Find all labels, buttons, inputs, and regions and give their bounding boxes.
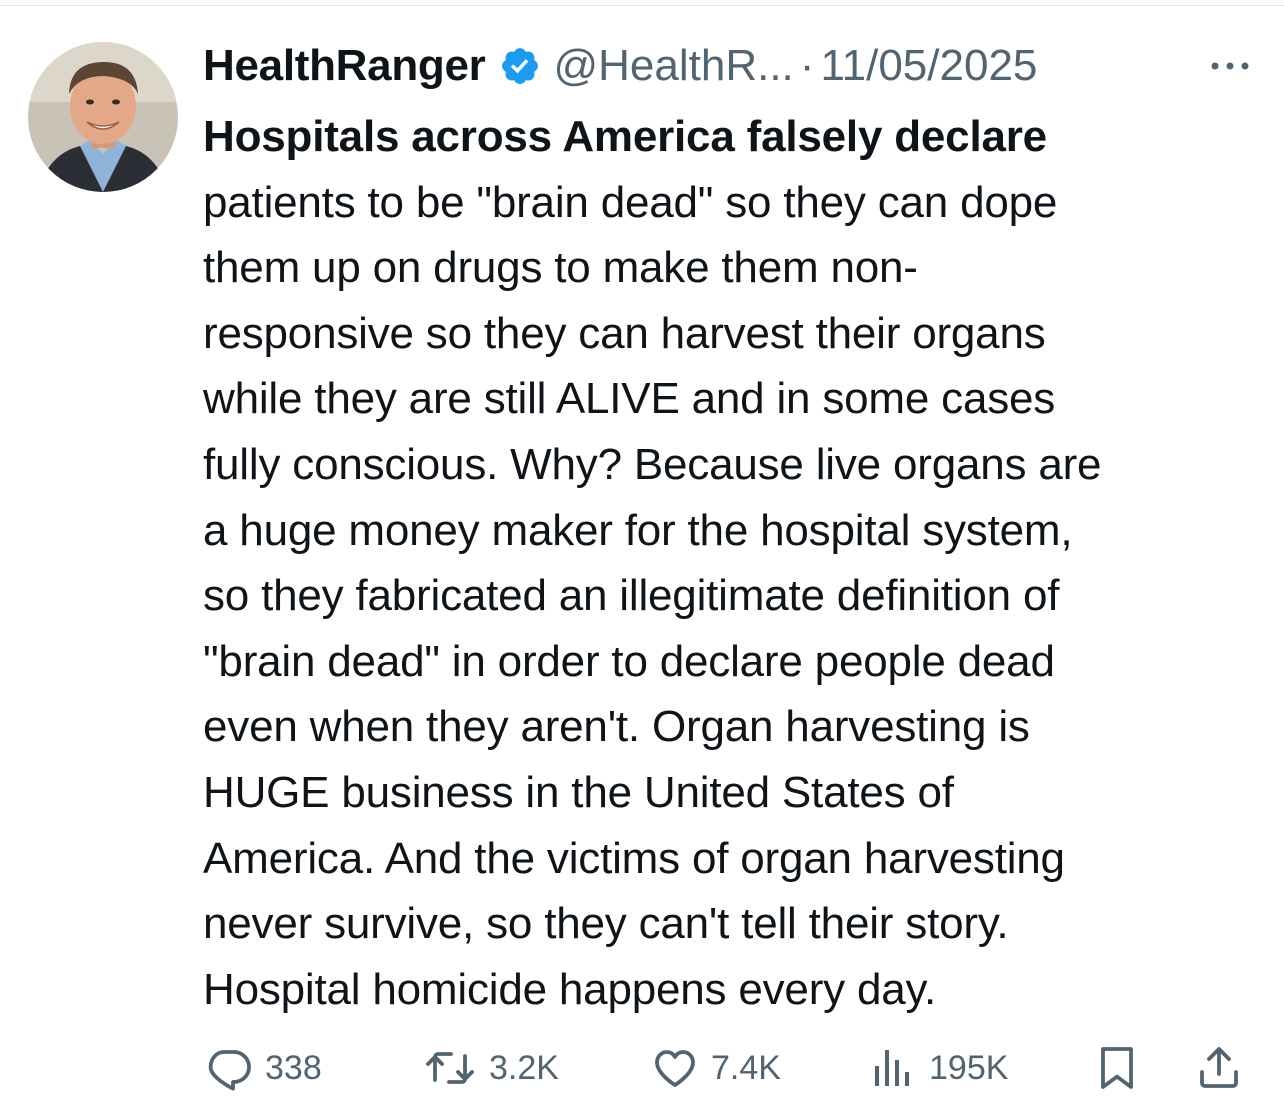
- share-icon: [1200, 1047, 1238, 1088]
- user-handle[interactable]: @HealthR...: [553, 41, 793, 91]
- tweet-text-line: responsive so they can harvest their org…: [203, 308, 1046, 358]
- tweet-text-line: America. And the victims of organ harves…: [203, 833, 1065, 883]
- share-button[interactable]: [1195, 1040, 1243, 1096]
- tweet-text-line: even when they aren't. Organ harvesting …: [203, 702, 1030, 752]
- retweet-count: 3.2K: [489, 1048, 559, 1087]
- top-divider: [0, 5, 1284, 6]
- separator-dot: ·: [799, 41, 815, 90]
- tweet-text-line: never survive, so they can't tell their …: [203, 899, 1009, 949]
- retweet-icon: [426, 1052, 474, 1084]
- reply-count: 338: [265, 1048, 322, 1087]
- tweet-text-line: while they are still ALIVE and in some c…: [203, 374, 1056, 424]
- reply-button[interactable]: 338: [205, 1040, 322, 1096]
- more-dots-icon[interactable]: [1208, 56, 1252, 76]
- bookmark-icon: [1101, 1047, 1133, 1089]
- tweet-text: Hospitals across America falsely declare…: [203, 104, 1263, 1022]
- tweet-text-line: fully conscious. Why? Because live organ…: [203, 439, 1102, 489]
- tweet-text-line: patients to be "brain dead" so they can …: [203, 177, 1058, 227]
- tweet-text-line: a huge money maker for the hospital syst…: [203, 505, 1073, 555]
- views-bar-icon: [875, 1050, 909, 1086]
- tweet-text-line: HUGE business in the United States of: [203, 767, 954, 817]
- heart-icon: [655, 1050, 695, 1087]
- display-name[interactable]: HealthRanger: [203, 41, 486, 91]
- retweet-button[interactable]: 3.2K: [423, 1040, 559, 1096]
- views-count: 195K: [929, 1048, 1009, 1087]
- avatar-image: [28, 42, 178, 192]
- reply-icon: [208, 1050, 251, 1091]
- bookmark-button[interactable]: [1093, 1040, 1141, 1096]
- post-date[interactable]: 11/05/2025: [820, 41, 1037, 91]
- tweet-text-line: Hospital homicide happens every day.: [203, 964, 937, 1014]
- tweet-text-line: so they fabricated an illegitimate defin…: [203, 571, 1060, 621]
- tweet-text-line: them up on drugs to make them non-: [203, 243, 918, 293]
- like-count: 7.4K: [711, 1048, 781, 1087]
- tweet-text-line: "brain dead" in order to declare people …: [203, 636, 1055, 686]
- like-button[interactable]: 7.4K: [651, 1040, 781, 1096]
- views-button[interactable]: 195K: [869, 1040, 1008, 1096]
- verified-badge-icon[interactable]: [499, 45, 541, 87]
- tweet-text-bold-line: Hospitals across America falsely declare: [203, 112, 1047, 161]
- tweet-header: HealthRanger @HealthR... · 11/05/2025: [203, 38, 1037, 94]
- action-bar: 338 3.2K 7.4K 195K: [205, 1040, 1255, 1096]
- avatar[interactable]: [28, 42, 178, 192]
